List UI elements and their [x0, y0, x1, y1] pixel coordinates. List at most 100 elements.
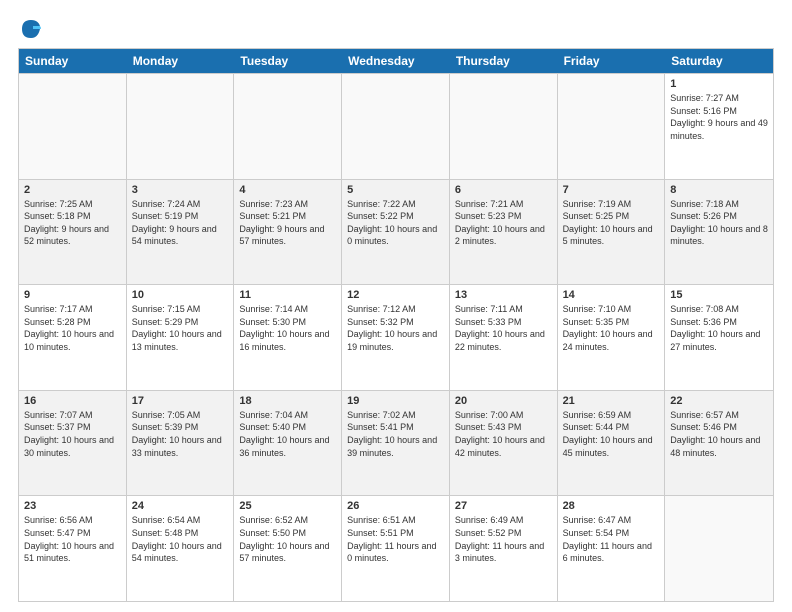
day-cell-empty-0-5 — [558, 74, 666, 179]
day-cell-2: 2 Sunrise: 7:25 AM Sunset: 5:18 PM Daylig… — [19, 180, 127, 285]
day-cell-10: 10 Sunrise: 7:15 AM Sunset: 5:29 PM Dayli… — [127, 285, 235, 390]
day-number: 27 — [455, 500, 552, 512]
day-info: Sunrise: 7:02 AM Sunset: 5:41 PM Dayligh… — [347, 409, 444, 459]
day-number: 20 — [455, 395, 552, 407]
day-number: 6 — [455, 184, 552, 196]
day-info: Sunrise: 7:05 AM Sunset: 5:39 PM Dayligh… — [132, 409, 229, 459]
day-cell-12: 12Sunrise: 7:12 AM Sunset: 5:32 PM Dayli… — [342, 285, 450, 390]
day-number: 16 — [24, 395, 121, 407]
day-number: 8 — [670, 184, 768, 196]
day-cell-26: 26 Sunrise: 6:51 AM Sunset: 5:51 PM Dayli… — [342, 496, 450, 601]
day-number: 2 — [24, 184, 121, 196]
weekday-header-friday: Friday — [558, 49, 666, 73]
day-cell-empty-0-3 — [342, 74, 450, 179]
day-info: Sunrise: 6:51 AM Sunset: 5:51 PM Dayligh… — [347, 514, 444, 564]
day-cell-empty-0-2 — [234, 74, 342, 179]
day-number: 25 — [239, 500, 336, 512]
day-info: Sunrise: 7:21 AM Sunset: 5:23 PM Dayligh… — [455, 198, 552, 248]
calendar-row-5: 23 Sunrise: 6:56 AM Sunset: 5:47 PM Dayli… — [19, 495, 773, 601]
day-number: 9 — [24, 289, 121, 301]
logo-icon — [20, 18, 42, 40]
day-info: Sunrise: 7:25 AM Sunset: 5:18 PM Dayligh… — [24, 198, 121, 248]
day-number: 4 — [239, 184, 336, 196]
calendar-row-2: 2 Sunrise: 7:25 AM Sunset: 5:18 PM Daylig… — [19, 179, 773, 285]
day-number: 18 — [239, 395, 336, 407]
day-cell-27: 27Sunrise: 6:49 AM Sunset: 5:52 PM Dayli… — [450, 496, 558, 601]
day-number: 17 — [132, 395, 229, 407]
day-info: Sunrise: 7:27 AM Sunset: 5:16 PM Dayligh… — [670, 92, 768, 142]
logo — [18, 18, 42, 40]
day-number: 13 — [455, 289, 552, 301]
day-number: 26 — [347, 500, 444, 512]
day-info: Sunrise: 6:56 AM Sunset: 5:47 PM Dayligh… — [24, 514, 121, 564]
day-info: Sunrise: 7:17 AM Sunset: 5:28 PM Dayligh… — [24, 303, 121, 353]
weekday-header-thursday: Thursday — [450, 49, 558, 73]
day-cell-22: 22Sunrise: 6:57 AM Sunset: 5:46 PM Dayli… — [665, 391, 773, 496]
day-info: Sunrise: 7:19 AM Sunset: 5:25 PM Dayligh… — [563, 198, 660, 248]
day-cell-3: 3 Sunrise: 7:24 AM Sunset: 5:19 PM Daylig… — [127, 180, 235, 285]
day-info: Sunrise: 7:18 AM Sunset: 5:26 PM Dayligh… — [670, 198, 768, 248]
day-info: Sunrise: 7:10 AM Sunset: 5:35 PM Dayligh… — [563, 303, 660, 353]
weekday-header-saturday: Saturday — [665, 49, 773, 73]
calendar-body: 1 Sunrise: 7:27 AM Sunset: 5:16 PM Daylig… — [19, 73, 773, 601]
day-cell-21: 21 Sunrise: 6:59 AM Sunset: 5:44 PM Dayli… — [558, 391, 666, 496]
day-info: Sunrise: 6:52 AM Sunset: 5:50 PM Dayligh… — [239, 514, 336, 564]
day-cell-18: 18 Sunrise: 7:04 AM Sunset: 5:40 PM Dayli… — [234, 391, 342, 496]
day-number: 3 — [132, 184, 229, 196]
day-cell-24: 24 Sunrise: 6:54 AM Sunset: 5:48 PM Dayli… — [127, 496, 235, 601]
weekday-header-sunday: Sunday — [19, 49, 127, 73]
calendar-row-1: 1 Sunrise: 7:27 AM Sunset: 5:16 PM Daylig… — [19, 73, 773, 179]
day-number: 11 — [239, 289, 336, 301]
day-cell-empty-0-4 — [450, 74, 558, 179]
day-number: 15 — [670, 289, 768, 301]
day-number: 10 — [132, 289, 229, 301]
day-cell-4: 4 Sunrise: 7:23 AM Sunset: 5:21 PM Daylig… — [234, 180, 342, 285]
day-number: 24 — [132, 500, 229, 512]
day-cell-23: 23 Sunrise: 6:56 AM Sunset: 5:47 PM Dayli… — [19, 496, 127, 601]
day-info: Sunrise: 6:54 AM Sunset: 5:48 PM Dayligh… — [132, 514, 229, 564]
day-cell-11: 11Sunrise: 7:14 AM Sunset: 5:30 PM Dayli… — [234, 285, 342, 390]
day-info: Sunrise: 7:08 AM Sunset: 5:36 PM Dayligh… — [670, 303, 768, 353]
day-cell-6: 6 Sunrise: 7:21 AM Sunset: 5:23 PM Daylig… — [450, 180, 558, 285]
calendar-header: SundayMondayTuesdayWednesdayThursdayFrid… — [19, 49, 773, 73]
day-number: 28 — [563, 500, 660, 512]
header — [18, 18, 774, 40]
day-info: Sunrise: 7:07 AM Sunset: 5:37 PM Dayligh… — [24, 409, 121, 459]
day-number: 1 — [670, 78, 768, 90]
day-info: Sunrise: 7:23 AM Sunset: 5:21 PM Dayligh… — [239, 198, 336, 248]
day-number: 21 — [563, 395, 660, 407]
day-cell-17: 17 Sunrise: 7:05 AM Sunset: 5:39 PM Dayli… — [127, 391, 235, 496]
day-cell-empty-4-6 — [665, 496, 773, 601]
day-cell-7: 7 Sunrise: 7:19 AM Sunset: 5:25 PM Daylig… — [558, 180, 666, 285]
day-info: Sunrise: 7:15 AM Sunset: 5:29 PM Dayligh… — [132, 303, 229, 353]
calendar: SundayMondayTuesdayWednesdayThursdayFrid… — [18, 48, 774, 602]
day-number: 12 — [347, 289, 444, 301]
calendar-row-4: 16 Sunrise: 7:07 AM Sunset: 5:37 PM Dayli… — [19, 390, 773, 496]
day-cell-1: 1 Sunrise: 7:27 AM Sunset: 5:16 PM Daylig… — [665, 74, 773, 179]
day-cell-8: 8 Sunrise: 7:18 AM Sunset: 5:26 PM Daylig… — [665, 180, 773, 285]
page: SundayMondayTuesdayWednesdayThursdayFrid… — [0, 0, 792, 612]
day-cell-9: 9 Sunrise: 7:17 AM Sunset: 5:28 PM Daylig… — [19, 285, 127, 390]
day-cell-5: 5Sunrise: 7:22 AM Sunset: 5:22 PM Daylig… — [342, 180, 450, 285]
day-number: 5 — [347, 184, 444, 196]
day-cell-15: 15 Sunrise: 7:08 AM Sunset: 5:36 PM Dayli… — [665, 285, 773, 390]
day-cell-16: 16 Sunrise: 7:07 AM Sunset: 5:37 PM Dayli… — [19, 391, 127, 496]
day-cell-empty-0-1 — [127, 74, 235, 179]
day-number: 23 — [24, 500, 121, 512]
day-info: Sunrise: 7:11 AM Sunset: 5:33 PM Dayligh… — [455, 303, 552, 353]
weekday-header-wednesday: Wednesday — [342, 49, 450, 73]
day-info: Sunrise: 6:47 AM Sunset: 5:54 PM Dayligh… — [563, 514, 660, 564]
day-cell-empty-0-0 — [19, 74, 127, 179]
day-info: Sunrise: 7:04 AM Sunset: 5:40 PM Dayligh… — [239, 409, 336, 459]
day-cell-14: 14Sunrise: 7:10 AM Sunset: 5:35 PM Dayli… — [558, 285, 666, 390]
day-info: Sunrise: 6:57 AM Sunset: 5:46 PM Dayligh… — [670, 409, 768, 459]
day-info: Sunrise: 6:59 AM Sunset: 5:44 PM Dayligh… — [563, 409, 660, 459]
weekday-header-monday: Monday — [127, 49, 235, 73]
day-info: Sunrise: 7:00 AM Sunset: 5:43 PM Dayligh… — [455, 409, 552, 459]
weekday-header-tuesday: Tuesday — [234, 49, 342, 73]
day-number: 7 — [563, 184, 660, 196]
day-number: 19 — [347, 395, 444, 407]
day-cell-20: 20 Sunrise: 7:00 AM Sunset: 5:43 PM Dayli… — [450, 391, 558, 496]
day-cell-19: 19 Sunrise: 7:02 AM Sunset: 5:41 PM Dayli… — [342, 391, 450, 496]
day-info: Sunrise: 7:24 AM Sunset: 5:19 PM Dayligh… — [132, 198, 229, 248]
